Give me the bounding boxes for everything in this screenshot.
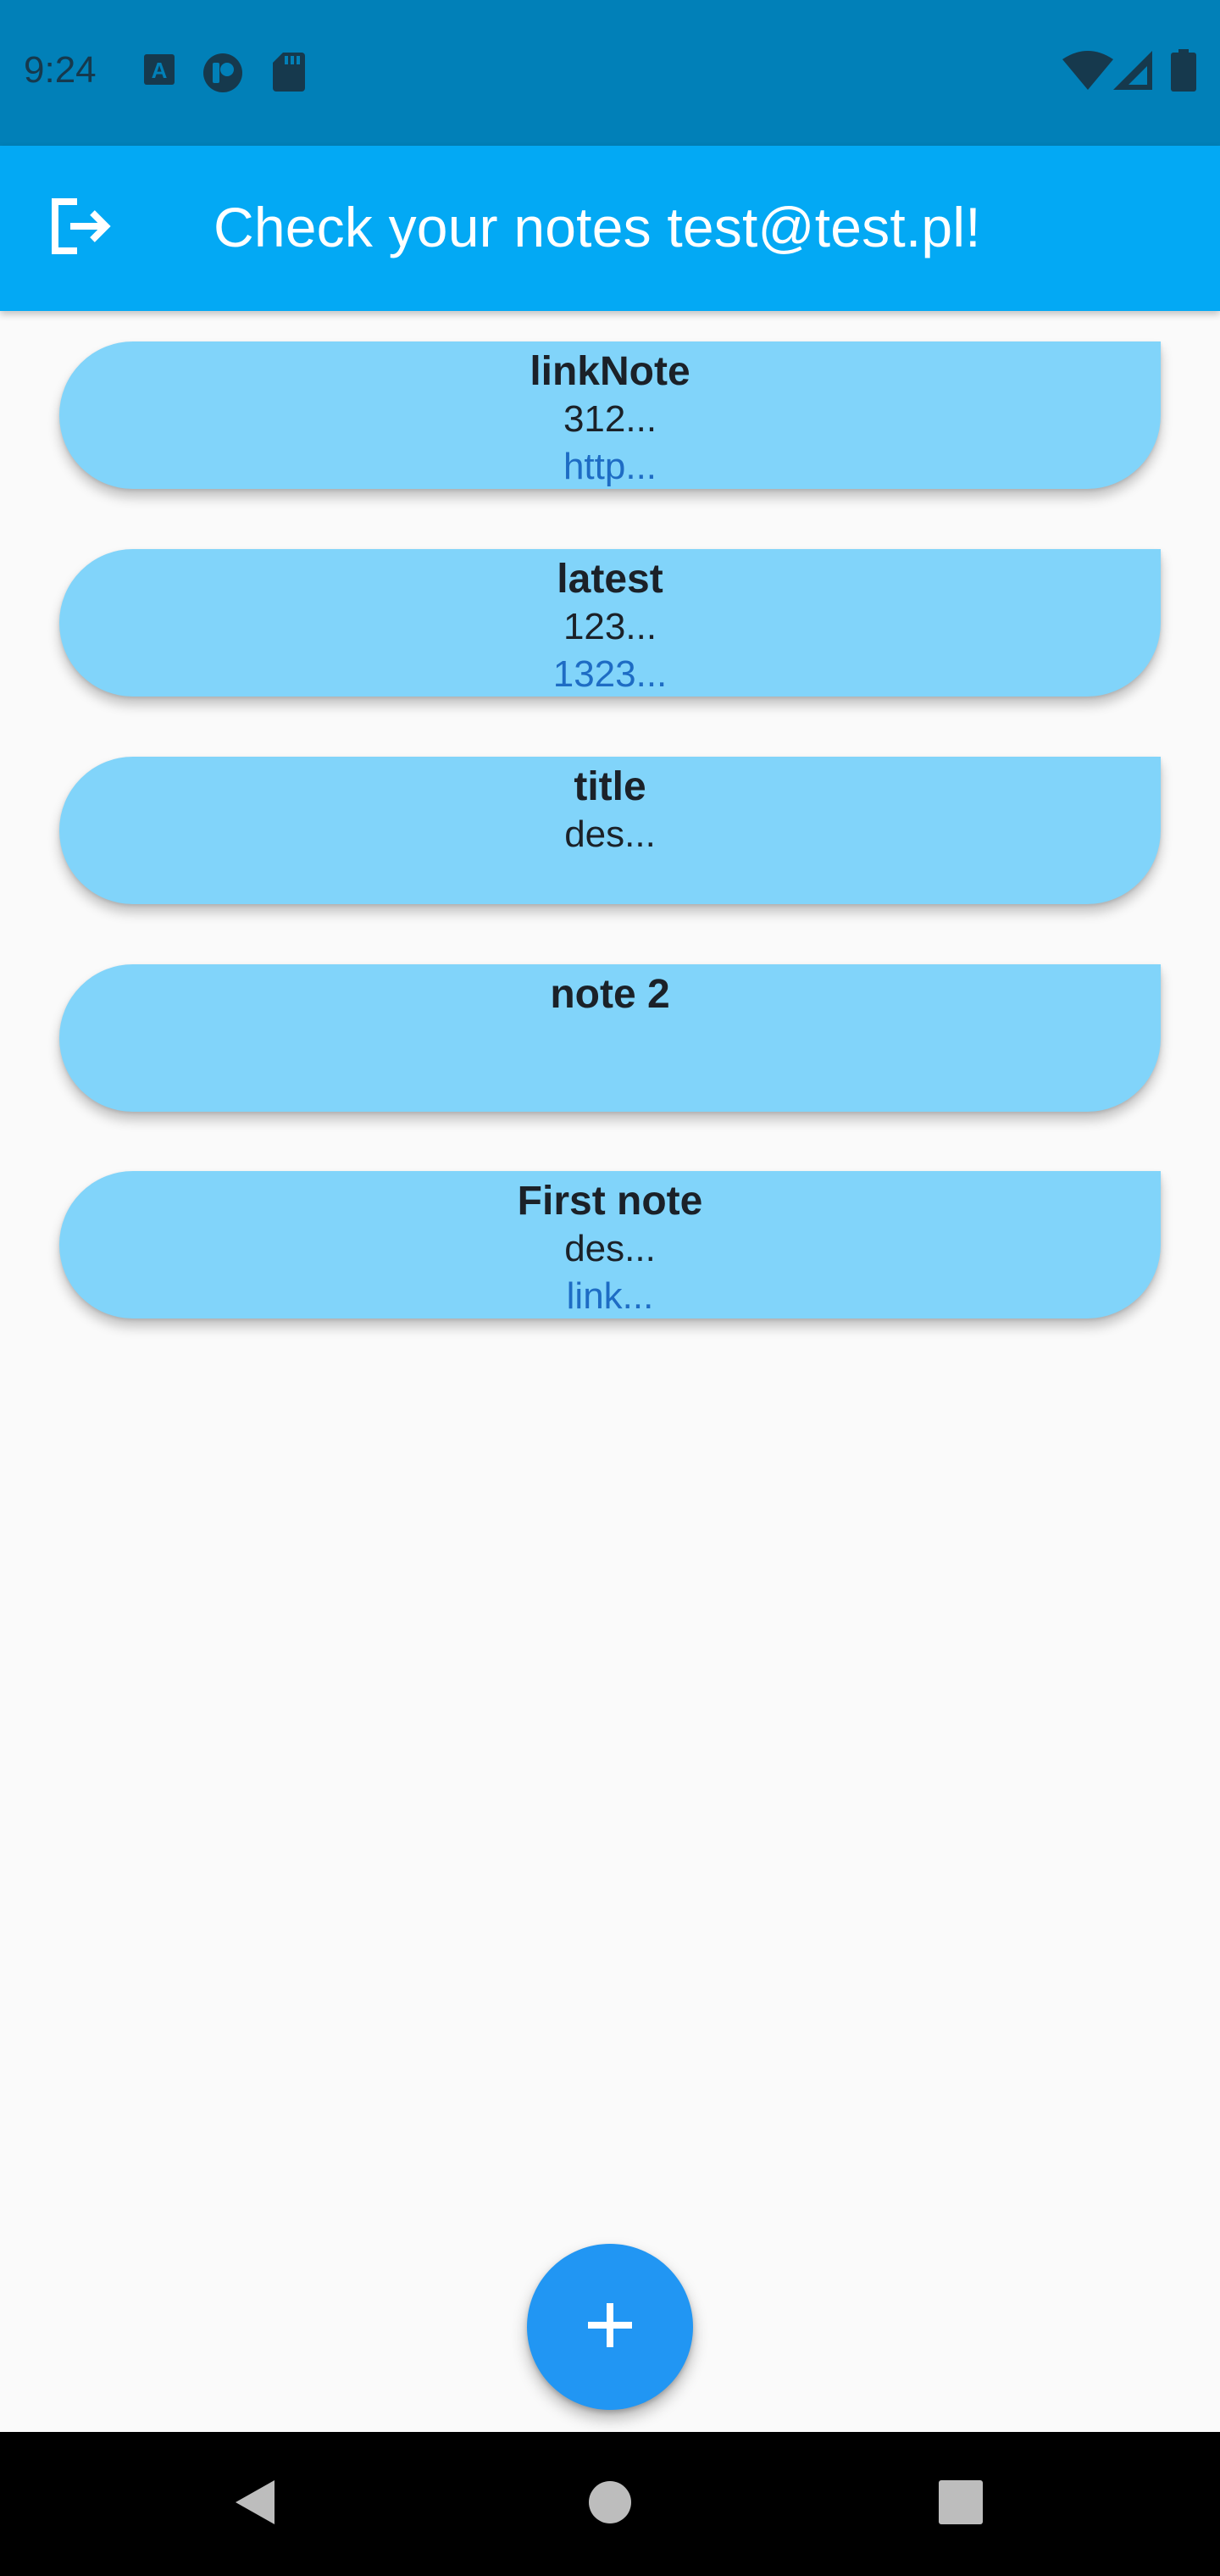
navigation-bar	[0, 2432, 1220, 2576]
battery-icon	[1171, 49, 1196, 92]
sd-card-icon	[273, 53, 305, 93]
back-icon	[230, 2479, 278, 2530]
note-title: note 2	[550, 972, 670, 1017]
note-description: 123...	[563, 606, 657, 647]
note-title: title	[574, 764, 646, 809]
note-title: latest	[557, 557, 663, 602]
back-button[interactable]	[212, 2462, 297, 2546]
home-button[interactable]	[568, 2462, 652, 2546]
svg-text:A: A	[152, 58, 168, 83]
wifi-icon	[1062, 51, 1113, 92]
app-bar: Check your notes test@test.pl!	[0, 146, 1220, 311]
logout-button[interactable]	[42, 190, 119, 266]
note-card[interactable]: latest 123... 1323...	[59, 549, 1161, 697]
note-card[interactable]: First note des... link...	[59, 1171, 1161, 1319]
plus-icon	[585, 2300, 635, 2355]
note-description: des...	[564, 1228, 656, 1269]
note-title: First note	[517, 1179, 703, 1224]
add-note-button[interactable]	[527, 2244, 693, 2410]
page-title: Check your notes test@test.pl!	[214, 196, 981, 258]
home-icon	[587, 2479, 633, 2529]
note-description: 312...	[563, 398, 657, 440]
note-link[interactable]: 1323...	[59, 651, 1161, 698]
note-card[interactable]: title des...	[59, 757, 1161, 904]
note-title: linkNote	[530, 349, 690, 394]
status-bar: 9:24 A	[0, 0, 1220, 146]
cell-signal-icon	[1113, 51, 1152, 92]
note-card[interactable]: note 2	[59, 964, 1161, 1112]
app-circle-icon	[202, 53, 244, 93]
note-description: des...	[564, 813, 656, 855]
note-link[interactable]: link...	[59, 1273, 1161, 1320]
note-card[interactable]: linkNote 312... http...	[59, 341, 1161, 489]
logout-icon	[48, 197, 113, 260]
recents-button[interactable]	[918, 2462, 1003, 2546]
recents-icon	[938, 2479, 984, 2529]
note-link[interactable]: http...	[59, 443, 1161, 491]
status-time: 9:24	[24, 49, 97, 91]
keyboard-a-icon: A	[144, 53, 175, 93]
